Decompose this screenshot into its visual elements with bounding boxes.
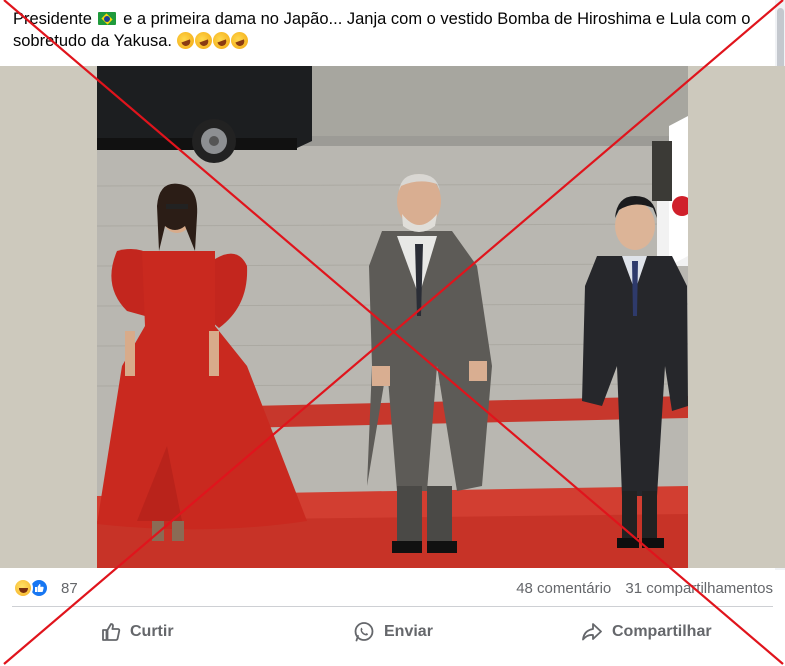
send-button[interactable]: Enviar (352, 616, 433, 648)
thumbs-up-icon (102, 623, 121, 641)
post-photo[interactable] (97, 66, 688, 568)
rofl-emoji-icon (174, 29, 197, 52)
share-arrow-icon (582, 623, 602, 641)
post-actions: Curtir Enviar Compartilhar (0, 610, 785, 654)
share-label: Compartilhar (612, 623, 712, 640)
haha-reaction-icon[interactable] (13, 578, 33, 598)
like-label: Curtir (130, 623, 174, 640)
laughing-emojis (174, 29, 251, 55)
rofl-emoji-icon (192, 29, 215, 52)
reactions-bar: 87 48 comentário 31 compartilhamentos (0, 573, 785, 603)
post-photo-frame (0, 66, 785, 568)
share-button[interactable]: Compartilhar (580, 616, 712, 648)
reaction-count[interactable]: 87 (61, 580, 78, 597)
brazil-flag-icon (98, 12, 117, 25)
send-label: Enviar (384, 623, 433, 640)
like-button[interactable]: Curtir (100, 616, 174, 648)
reaction-icons[interactable] (13, 577, 55, 599)
comment-count-link[interactable]: 48 comentário (516, 580, 611, 597)
caption-text-start: Presidente (13, 10, 92, 28)
photo-illustration (97, 66, 688, 568)
rofl-emoji-icon (210, 29, 233, 52)
engagement-counts: 48 comentário 31 compartilhamentos (506, 580, 773, 597)
share-count-link[interactable]: 31 compartilhamentos (625, 580, 773, 597)
post-caption: Presidente e a primeira dama no Japão...… (13, 8, 758, 55)
whatsapp-icon (354, 622, 374, 642)
divider (12, 606, 773, 607)
caption-text-rest: e a primeira dama no Japão... Janja com … (13, 10, 751, 50)
rofl-emoji-icon (228, 29, 251, 52)
